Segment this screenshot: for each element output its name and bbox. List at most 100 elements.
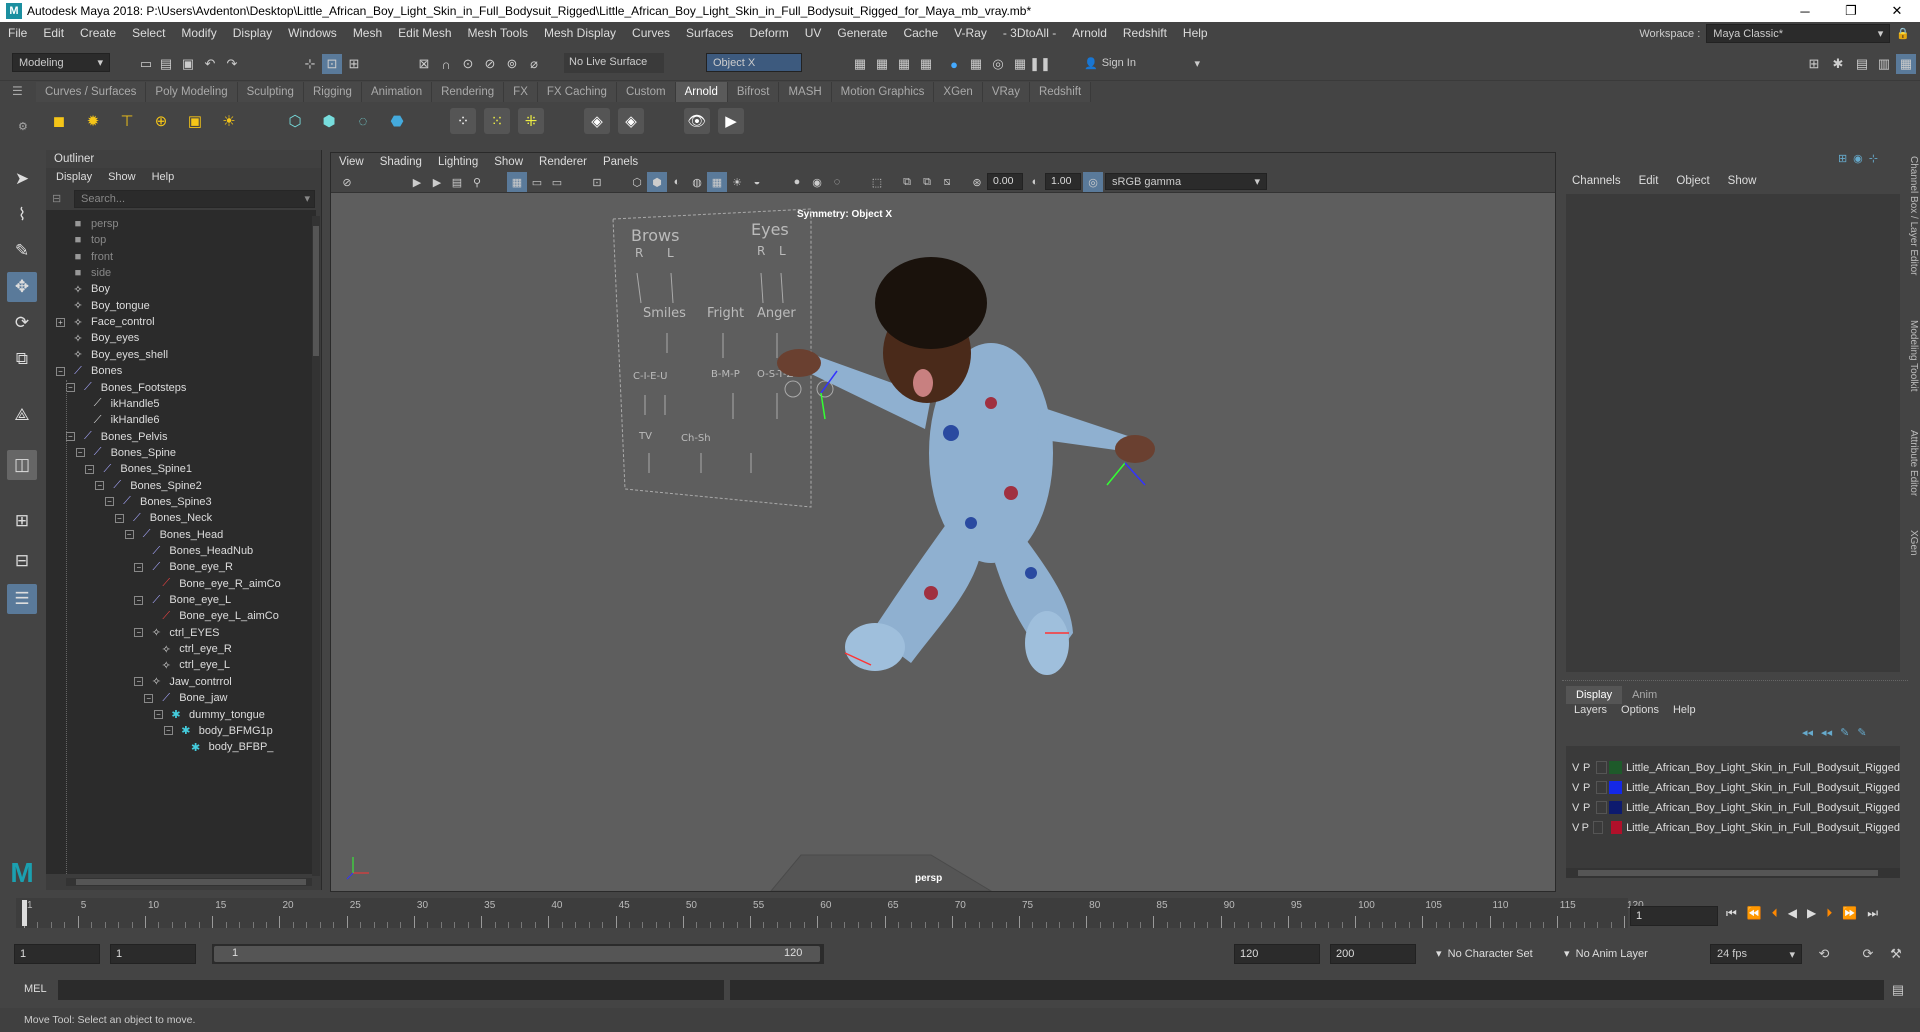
arnold-ipr-icon[interactable]: ▦ — [1010, 54, 1030, 74]
time-slider[interactable]: 1 5 10 15 20 25 30 35 40 45 50 55 60 65 70 75 80 85 90 95 10… — [0, 898, 1920, 934]
shelf-tab-mash[interactable]: MASH — [779, 82, 832, 102]
ipr-render-icon[interactable]: ▦ — [894, 54, 914, 74]
mesh-light-icon[interactable]: ✹ — [80, 108, 106, 134]
select-object-icon[interactable]: ⊡ — [322, 54, 342, 74]
character-set-dropdown[interactable]: ▾ No Character Set — [1436, 944, 1554, 964]
live-surface-field[interactable]: No Live Surface — [564, 53, 664, 73]
current-time-marker[interactable] — [22, 900, 27, 926]
hypershade-icon[interactable]: ● — [944, 54, 964, 74]
anim-layer-dropdown[interactable]: ▾ No Anim Layer — [1564, 944, 1682, 964]
display-layer-row[interactable]: V P Little_African_Boy_Light_Skin_in_Full_… — [1572, 778, 1900, 797]
lock-icon[interactable]: 🔒 — [1896, 27, 1910, 40]
menu-arnold[interactable]: Arnold — [1064, 22, 1115, 45]
outliner-menu-display[interactable]: Display — [56, 168, 92, 186]
side-tab-attribute-editor[interactable]: Attribute Editor — [1908, 430, 1919, 496]
shelf-tab-curves-surfaces[interactable]: Curves / Surfaces — [36, 82, 147, 102]
shelf-tab-sculpting[interactable]: Sculpting — [237, 82, 304, 102]
collapse-icon[interactable] — [56, 350, 65, 359]
attribute-editor-icon[interactable]: ▤ — [1852, 54, 1872, 74]
outliner-layout-icon[interactable]: ☰ — [7, 584, 37, 614]
shadows-icon[interactable]: ◒ — [747, 172, 767, 192]
exposure-field[interactable]: 0.00 — [987, 173, 1023, 190]
move-layer-up-icon[interactable]: ◂◂ — [1802, 726, 1813, 739]
film-gate-icon[interactable]: ▭ — [527, 172, 547, 192]
new-layer-selected-icon[interactable]: ✎ — [1857, 726, 1866, 739]
image-plane-icon[interactable]: ▤ — [447, 172, 467, 192]
open-scene-icon[interactable]: ▤ — [156, 54, 176, 74]
shelf-tab-custom[interactable]: Custom — [616, 82, 676, 102]
snap-grid-icon[interactable]: ⊠ — [414, 54, 434, 74]
paint-select-icon[interactable]: ✎ — [7, 236, 37, 266]
collapse-icon[interactable]: − — [134, 628, 144, 638]
layer-visibility-toggle[interactable]: V — [1572, 822, 1582, 834]
tool-settings-toggle-icon[interactable]: ⊹ — [1869, 152, 1878, 165]
ipr-icon[interactable]: ◈ — [618, 108, 644, 134]
layer-tab-anim[interactable]: Anim — [1622, 686, 1667, 704]
render-view-shelf-icon[interactable]: 👁 — [684, 108, 710, 134]
color-management-icon[interactable]: ◎ — [1083, 172, 1103, 192]
shelf-tab-poly-modeling[interactable]: Poly Modeling — [146, 82, 238, 102]
shelf-tab-animation[interactable]: Animation — [361, 82, 433, 102]
panel-divider[interactable] — [1562, 680, 1908, 684]
last-tool-icon[interactable]: ⟁ — [7, 400, 37, 430]
layer-hscrollbar[interactable] — [1566, 868, 1900, 878]
move-layer-down-icon[interactable]: ◂◂ — [1821, 726, 1832, 739]
select-hierarchy-icon[interactable]: ⊹ — [300, 54, 320, 74]
collapse-icon[interactable] — [56, 220, 65, 229]
use-all-lights-icon[interactable]: ☀ — [727, 172, 747, 192]
layer-menu-layers[interactable]: Layers — [1574, 704, 1607, 716]
shelf-tab-fx[interactable]: FX — [504, 82, 538, 102]
outliner-menu-help[interactable]: Help — [152, 168, 175, 186]
play-forwards-icon[interactable]: ▶ — [1807, 906, 1816, 921]
collapse-icon[interactable] — [174, 743, 183, 752]
layer-display-type[interactable] — [1595, 801, 1608, 814]
collapse-icon[interactable] — [56, 334, 65, 343]
shelf-menu-icon[interactable]: ☰ — [12, 84, 32, 98]
menu-cache[interactable]: Cache — [895, 22, 946, 45]
area-light-icon[interactable]: ◼ — [46, 108, 72, 134]
camera-attributes-icon[interactable]: ▶ — [407, 172, 427, 192]
viewport-menu-show[interactable]: Show — [486, 153, 531, 171]
collapse-icon[interactable] — [144, 645, 153, 654]
render-icon[interactable]: ◈ — [584, 108, 610, 134]
collapse-icon[interactable]: − — [163, 726, 173, 736]
render-sequence-icon[interactable]: ▦ — [872, 54, 892, 74]
menu-mesh[interactable]: Mesh — [345, 22, 390, 45]
two-view-layout-icon[interactable]: ⊟ — [7, 546, 37, 576]
step-forward-key-icon[interactable]: ⏵ — [1826, 906, 1832, 921]
menu-curves[interactable]: Curves — [624, 22, 678, 45]
xray-joints-icon[interactable]: ⧉ — [917, 172, 937, 192]
menu-uv[interactable]: UV — [797, 22, 830, 45]
menu-mesh-display[interactable]: Mesh Display — [536, 22, 624, 45]
current-frame-field[interactable]: 1 — [1630, 906, 1718, 926]
step-back-icon[interactable]: ⏪ — [1747, 906, 1762, 921]
channel-box-toggle-icon[interactable]: ⊞ — [1838, 152, 1847, 165]
default-material-icon[interactable]: ◐ — [667, 172, 687, 192]
resolution-gate-icon[interactable]: ▭ — [547, 172, 567, 192]
side-tab-xgen[interactable]: XGen — [1908, 530, 1919, 556]
mel-label[interactable]: MEL — [24, 983, 47, 995]
viewport-menu-shading[interactable]: Shading — [372, 153, 430, 171]
display-layer-row[interactable]: V P Little_African_Boy_Light_Skin_in_Full_… — [1572, 758, 1900, 777]
menu-help[interactable]: Help — [1175, 22, 1216, 45]
shelf-tab-motion-graphics[interactable]: Motion Graphics — [831, 82, 935, 102]
motion-blur-icon[interactable]: ◉ — [807, 172, 827, 192]
single-perspective-layout-icon[interactable]: ◫ — [7, 450, 37, 480]
collapse-icon[interactable]: − — [114, 513, 124, 523]
outliner-menu-show[interactable]: Show — [108, 168, 136, 186]
lasso-tool-icon[interactable]: ⌇ — [7, 200, 37, 230]
render-current-icon[interactable]: ▦ — [850, 54, 870, 74]
anti-aliasing-icon[interactable]: ◌ — [827, 172, 847, 192]
go-to-end-icon[interactable]: ⏭ — [1867, 906, 1878, 921]
layer-display-type[interactable] — [1592, 821, 1603, 834]
2d-pan-zoom-icon[interactable]: ⚲ — [467, 172, 487, 192]
expand-icon[interactable]: + — [56, 317, 65, 327]
collapse-icon[interactable]: − — [134, 595, 144, 605]
outliner-hscrollbar[interactable] — [66, 878, 312, 886]
menu-surfaces[interactable]: Surfaces — [678, 22, 741, 45]
menu-edit[interactable]: Edit — [35, 22, 72, 45]
end-time-field[interactable]: 200 — [1330, 944, 1416, 964]
layer-visibility-toggle[interactable]: V — [1572, 762, 1583, 774]
new-layer-icon[interactable]: ✎ — [1840, 726, 1849, 739]
range-slider[interactable]: 1 120 — [212, 944, 824, 964]
